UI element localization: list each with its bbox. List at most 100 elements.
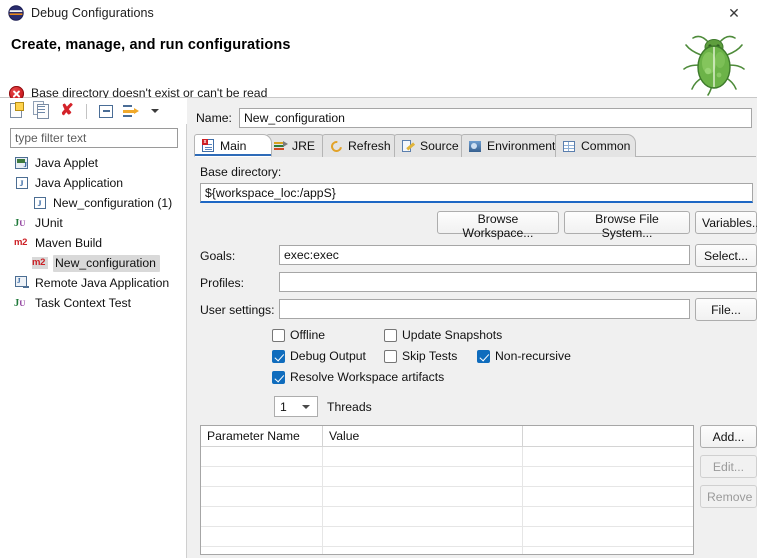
goals-label: Goals:	[200, 249, 236, 263]
tree-item-remote-java-application[interactable]: J Remote Java Application	[0, 273, 187, 293]
checkbox-label: Offline	[290, 328, 326, 342]
eclipse-debug-icon	[8, 5, 24, 21]
table-row[interactable]	[201, 487, 693, 507]
tab-bar: x Main JRE Refresh Source Environment Co…	[194, 134, 756, 157]
checkbox-box	[384, 349, 397, 363]
common-tab-icon	[562, 139, 577, 154]
table-header-row: Parameter Name Value	[201, 426, 693, 447]
filter-icon[interactable]	[121, 101, 141, 121]
table-row[interactable]	[201, 527, 693, 547]
tree-item-junit[interactable]: JU JUnit	[0, 213, 187, 233]
threads-label: Threads	[327, 400, 372, 414]
tab-common[interactable]: Common	[555, 134, 636, 157]
junit-icon: JU	[14, 218, 26, 229]
delete-icon[interactable]: ✘	[57, 101, 77, 121]
table-row[interactable]	[201, 507, 693, 527]
goals-input[interactable]	[279, 245, 690, 265]
add-parameter-button[interactable]: Add...	[700, 425, 757, 448]
parameters-table[interactable]: Parameter Name Value	[200, 425, 694, 555]
table-row[interactable]	[201, 467, 693, 487]
base-directory-input[interactable]	[200, 183, 753, 203]
chevron-down-icon[interactable]	[146, 101, 160, 121]
chevron-down-icon	[302, 405, 310, 409]
tree-item-new-configuration-1[interactable]: J New_configuration (1)	[0, 193, 187, 213]
environment-tab-icon	[468, 139, 483, 154]
toolbar-separator	[86, 103, 87, 119]
table-row[interactable]	[201, 547, 693, 554]
browse-workspace-button[interactable]: Browse Workspace...	[437, 211, 559, 240]
tree-item-new-configuration[interactable]: m2 New_configuration	[0, 253, 187, 273]
tree-toolbar: ✘	[0, 98, 187, 124]
tree-item-label: New_configuration (1)	[53, 196, 173, 210]
base-directory-label: Base directory:	[200, 165, 282, 179]
window-title: Debug Configurations	[31, 6, 154, 20]
checkbox-box	[477, 349, 490, 363]
checkbox-label: Non-recursive	[495, 349, 571, 363]
tree-item-label: Java Application	[35, 176, 124, 190]
browse-filesystem-button[interactable]: Browse File System...	[564, 211, 690, 240]
filter-input[interactable]	[10, 128, 178, 148]
checkbox-non-recursive[interactable]: Non-recursive	[477, 349, 571, 363]
dialog-header: Create, manage, and run configurations B…	[0, 26, 757, 101]
tab-main[interactable]: x Main	[194, 134, 272, 157]
refresh-tab-icon	[328, 138, 345, 154]
tree-item-java-application[interactable]: J Java Application	[0, 173, 187, 193]
column-header-spacer	[523, 426, 693, 447]
profiles-input[interactable]	[279, 272, 757, 292]
checkbox-label: Resolve Workspace artifacts	[290, 370, 445, 384]
checkbox-label: Skip Tests	[402, 349, 458, 363]
goals-select-button[interactable]: Select...	[695, 244, 757, 267]
user-settings-file-button[interactable]: File...	[695, 298, 757, 321]
tab-refresh[interactable]: Refresh	[322, 134, 400, 157]
table-row[interactable]	[201, 447, 693, 467]
page-title: Create, manage, and run configurations	[11, 37, 291, 53]
checkbox-debug-output[interactable]: Debug Output	[272, 349, 366, 363]
new-configuration-icon[interactable]	[7, 101, 27, 121]
tree-item-label: Java Applet	[35, 156, 99, 170]
remote-java-icon: J	[14, 275, 30, 291]
tree-item-label: New_configuration	[53, 254, 160, 272]
tab-jre[interactable]: JRE	[266, 134, 328, 157]
configuration-name-input[interactable]	[239, 108, 752, 128]
jre-tab-icon	[273, 139, 288, 154]
edit-parameter-button: Edit...	[700, 455, 757, 478]
tree-item-java-applet[interactable]: J Java Applet	[0, 153, 187, 173]
tab-environment[interactable]: Environment	[461, 134, 561, 157]
checkbox-offline[interactable]: Offline	[272, 328, 325, 342]
user-settings-label: User settings:	[200, 303, 275, 317]
configuration-tree: J Java Applet J Java Application J New_c…	[0, 153, 187, 313]
maven-icon: m2	[32, 255, 48, 271]
tab-label: Source	[420, 139, 459, 153]
tree-item-task-context-test[interactable]: JU Task Context Test	[0, 293, 187, 313]
maven-icon: m2	[14, 237, 28, 248]
main-tab-icon: x	[201, 138, 216, 153]
tree-item-label: Maven Build	[35, 236, 103, 250]
threads-select[interactable]: 1	[274, 396, 318, 417]
column-header-value[interactable]: Value	[323, 426, 523, 447]
user-settings-input[interactable]	[279, 299, 690, 319]
threads-value: 1	[280, 399, 287, 414]
configuration-name-row: Name:	[191, 108, 757, 130]
dialog-body: ✘ J Java Applet J	[0, 98, 757, 558]
checkbox-box	[272, 328, 285, 342]
tab-source[interactable]: Source	[394, 134, 467, 157]
checkbox-box	[384, 328, 397, 342]
collapse-all-icon[interactable]	[96, 101, 116, 121]
green-bug-icon	[679, 27, 749, 97]
checkbox-label: Debug Output	[290, 349, 366, 363]
checkbox-resolve-workspace-artifacts[interactable]: Resolve Workspace artifacts	[272, 370, 444, 384]
name-label: Name:	[196, 111, 232, 125]
tree-item-label: Task Context Test	[35, 296, 131, 310]
java-app-icon: J	[32, 195, 48, 211]
tree-item-maven-build[interactable]: m2 Maven Build	[0, 233, 187, 253]
tree-item-label: Remote Java Application	[35, 276, 170, 290]
close-icon[interactable]: ✕	[711, 0, 757, 26]
duplicate-icon[interactable]	[32, 101, 52, 121]
column-header-parameter-name[interactable]: Parameter Name	[201, 426, 323, 447]
variables-button[interactable]: Variables...	[695, 211, 757, 234]
profiles-label: Profiles:	[200, 276, 245, 290]
tree-item-label: JUnit	[35, 216, 63, 230]
checkbox-skip-tests[interactable]: Skip Tests	[384, 349, 457, 363]
tab-label: Environment	[487, 139, 556, 153]
checkbox-update-snapshots[interactable]: Update Snapshots	[384, 328, 502, 342]
